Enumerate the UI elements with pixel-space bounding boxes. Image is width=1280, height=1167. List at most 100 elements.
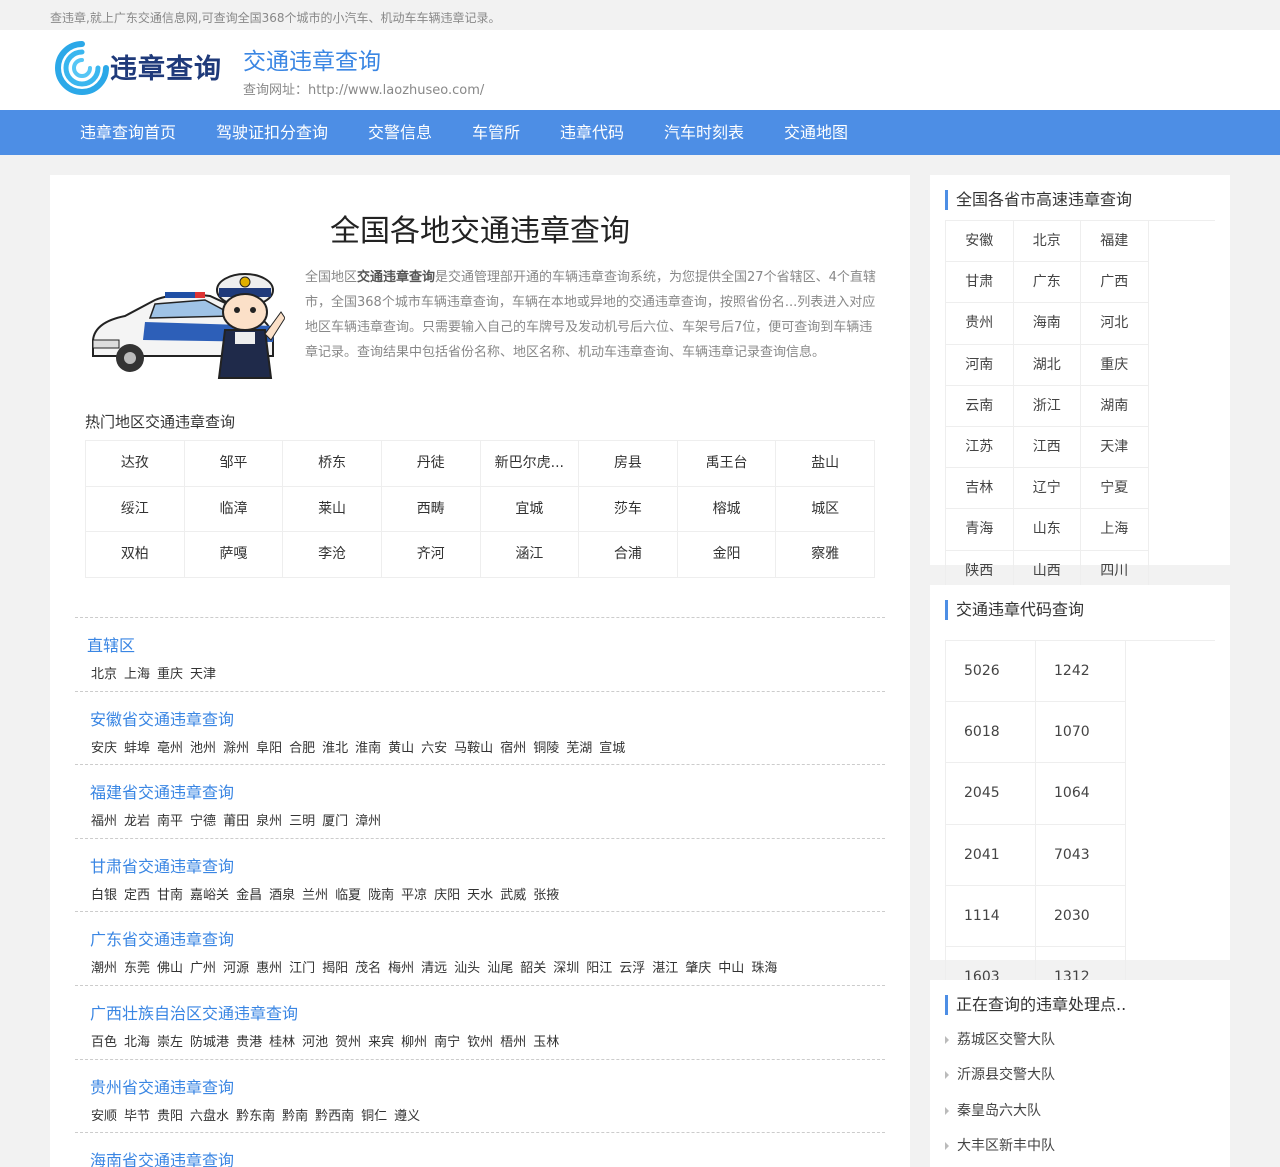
sidebar-province-link[interactable]: 青海 <box>946 509 1014 551</box>
processing-point-link[interactable]: 秦皇岛六大队 <box>945 1101 1215 1136</box>
city-link[interactable]: 揭阳 <box>322 961 348 976</box>
city-link[interactable]: 酒泉 <box>269 888 295 903</box>
city-link[interactable]: 潮州 <box>91 961 117 976</box>
province-title-link[interactable]: 福建省交通违章查询 <box>90 779 234 803</box>
city-link[interactable]: 滁州 <box>223 741 249 756</box>
city-link[interactable]: 嘉峪关 <box>190 888 229 903</box>
city-link[interactable]: 黔西南 <box>315 1109 354 1124</box>
city-link[interactable]: 淮南 <box>355 741 381 756</box>
nav-license-points[interactable]: 驾驶证扣分查询 <box>216 110 328 155</box>
sidebar-province-link[interactable]: 湖南 <box>1081 385 1149 427</box>
city-link[interactable]: 北京 <box>91 667 117 682</box>
city-link[interactable]: 汕头 <box>454 961 480 976</box>
violation-code-link[interactable]: 6018 <box>946 702 1036 764</box>
city-link[interactable]: 铜仁 <box>361 1109 387 1124</box>
hot-region-link[interactable]: 齐河 <box>381 532 481 578</box>
sidebar-province-link[interactable]: 广西 <box>1081 262 1149 304</box>
hot-region-link[interactable]: 李沧 <box>283 532 382 578</box>
city-link[interactable]: 黄山 <box>388 741 414 756</box>
city-link[interactable]: 贵港 <box>236 1035 262 1050</box>
processing-point-link[interactable]: 大丰区新丰中队 <box>945 1136 1215 1167</box>
sidebar-province-link[interactable]: 福建 <box>1081 221 1149 263</box>
city-link[interactable]: 中山 <box>718 961 744 976</box>
city-link[interactable]: 泉州 <box>256 814 282 829</box>
city-link[interactable]: 南平 <box>157 814 183 829</box>
nav-traffic-police[interactable]: 交警信息 <box>368 110 432 155</box>
sidebar-province-link[interactable]: 贵州 <box>946 303 1014 345</box>
city-link[interactable]: 遵义 <box>394 1109 420 1124</box>
hot-region-link[interactable]: 莱山 <box>283 486 382 532</box>
hot-region-link[interactable]: 房县 <box>579 441 678 487</box>
city-link[interactable]: 汕尾 <box>487 961 513 976</box>
site-title[interactable]: 交通违章查询 <box>243 42 381 76</box>
violation-code-link[interactable]: 2041 <box>946 824 1036 886</box>
city-link[interactable]: 金昌 <box>236 888 262 903</box>
city-link[interactable]: 池州 <box>190 741 216 756</box>
nav-bus-schedule[interactable]: 汽车时刻表 <box>664 110 744 155</box>
city-link[interactable]: 韶关 <box>520 961 546 976</box>
city-link[interactable]: 天水 <box>467 888 493 903</box>
city-link[interactable]: 福州 <box>91 814 117 829</box>
city-link[interactable]: 三明 <box>289 814 315 829</box>
city-link[interactable]: 六盘水 <box>190 1109 229 1124</box>
hot-region-link[interactable]: 禹王台 <box>677 441 777 487</box>
city-link[interactable]: 玉林 <box>533 1035 559 1050</box>
sidebar-province-link[interactable]: 山东 <box>1013 509 1081 551</box>
hot-region-link[interactable]: 宜城 <box>480 486 580 532</box>
city-link[interactable]: 宿州 <box>500 741 526 756</box>
province-title-link[interactable]: 甘肃省交通违章查询 <box>90 853 234 877</box>
city-link[interactable]: 深圳 <box>553 961 579 976</box>
city-link[interactable]: 梅州 <box>388 961 414 976</box>
city-link[interactable]: 上海 <box>124 667 150 682</box>
city-link[interactable]: 宁德 <box>190 814 216 829</box>
city-link[interactable]: 甘南 <box>157 888 183 903</box>
city-link[interactable]: 白银 <box>91 888 117 903</box>
hot-region-link[interactable]: 涵江 <box>480 532 580 578</box>
sidebar-province-link[interactable]: 广东 <box>1013 262 1081 304</box>
city-link[interactable]: 芜湖 <box>566 741 592 756</box>
city-link[interactable]: 龙岩 <box>124 814 150 829</box>
city-link[interactable]: 六安 <box>421 741 447 756</box>
violation-code-link[interactable]: 7043 <box>1036 824 1126 886</box>
city-link[interactable]: 毕节 <box>124 1109 150 1124</box>
city-link[interactable]: 惠州 <box>256 961 282 976</box>
hot-region-link[interactable]: 莎车 <box>579 486 678 532</box>
city-link[interactable]: 阜阳 <box>256 741 282 756</box>
hot-region-link[interactable]: 桥东 <box>283 441 382 487</box>
province-title-link[interactable]: 贵州省交通违章查询 <box>90 1074 234 1098</box>
hot-region-link[interactable]: 邹平 <box>184 441 284 487</box>
city-link[interactable]: 重庆 <box>157 667 183 682</box>
city-link[interactable]: 漳州 <box>355 814 381 829</box>
province-title-link[interactable]: 直辖区 <box>87 632 135 656</box>
city-link[interactable]: 黔南 <box>282 1109 308 1124</box>
processing-point-link[interactable]: 荔城区交警大队 <box>945 1030 1215 1065</box>
hot-region-link[interactable]: 新巴尔虎... <box>480 441 580 487</box>
city-link[interactable]: 淮北 <box>322 741 348 756</box>
city-link[interactable]: 珠海 <box>751 961 777 976</box>
hot-region-link[interactable]: 丹徒 <box>381 441 481 487</box>
sidebar-province-link[interactable]: 安徽 <box>946 221 1014 263</box>
city-link[interactable]: 河池 <box>302 1035 328 1050</box>
sidebar-province-link[interactable]: 海南 <box>1013 303 1081 345</box>
province-title-link[interactable]: 海南省交通违章查询 <box>90 1147 234 1167</box>
city-link[interactable]: 南宁 <box>434 1035 460 1050</box>
sidebar-province-link[interactable]: 北京 <box>1013 221 1081 263</box>
sidebar-province-link[interactable]: 河北 <box>1081 303 1149 345</box>
city-link[interactable]: 张掖 <box>533 888 559 903</box>
sidebar-province-link[interactable]: 天津 <box>1081 426 1149 469</box>
hot-region-link[interactable]: 西畴 <box>381 486 481 532</box>
city-link[interactable]: 平凉 <box>401 888 427 903</box>
nav-traffic-map[interactable]: 交通地图 <box>784 110 848 155</box>
city-link[interactable]: 肇庆 <box>685 961 711 976</box>
hot-region-link[interactable]: 察雅 <box>776 532 875 578</box>
sidebar-province-link[interactable]: 甘肃 <box>946 262 1014 304</box>
city-link[interactable]: 佛山 <box>157 961 183 976</box>
sidebar-province-link[interactable]: 湖北 <box>1013 344 1081 386</box>
city-link[interactable]: 马鞍山 <box>454 741 493 756</box>
city-link[interactable]: 湛江 <box>652 961 678 976</box>
hot-region-link[interactable]: 达孜 <box>86 441 185 487</box>
city-link[interactable]: 贺州 <box>335 1035 361 1050</box>
violation-code-link[interactable]: 1114 <box>946 885 1036 947</box>
province-title-link[interactable]: 广东省交通违章查询 <box>90 926 234 950</box>
city-link[interactable]: 柳州 <box>401 1035 427 1050</box>
